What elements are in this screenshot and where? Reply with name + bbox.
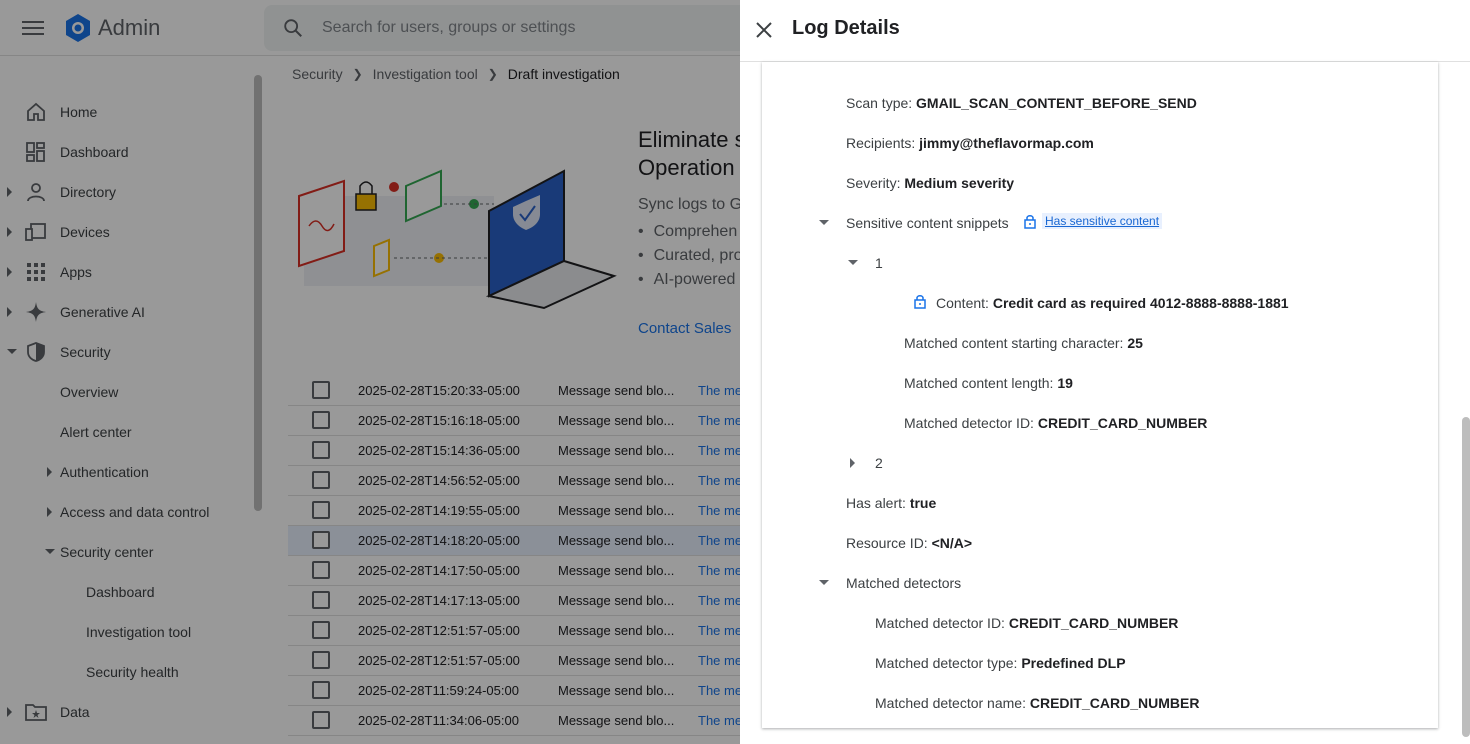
matched-detector-type-field: Matched detector type: Predefined DLP bbox=[875, 655, 1126, 671]
matched-detector-id-field: Matched detector ID: CREDIT_CARD_NUMBER bbox=[875, 615, 1179, 631]
close-icon[interactable] bbox=[752, 18, 776, 42]
drawer-header: Log Details bbox=[740, 0, 1470, 62]
collapse-snippet-1-toggle[interactable] bbox=[845, 255, 861, 271]
lock-icon[interactable] bbox=[913, 293, 927, 309]
resource-id-field: Resource ID: <N/A> bbox=[846, 535, 973, 551]
has-alert-field: Has alert: true bbox=[846, 495, 937, 511]
severity-field: Severity: Medium severity bbox=[846, 175, 1015, 191]
matched-detectors-label: Matched detectors bbox=[846, 575, 962, 591]
lock-icon bbox=[1024, 215, 1036, 229]
expand-snippet-2-toggle[interactable] bbox=[845, 455, 861, 471]
modal-scrim[interactable] bbox=[0, 0, 740, 744]
collapse-matched-detectors-toggle[interactable] bbox=[816, 575, 832, 591]
start-character-field: Matched content starting character: 25 bbox=[904, 335, 1143, 351]
recipients-field: Recipients: jimmy@theflavormap.com bbox=[846, 135, 1094, 151]
matched-detector-name-field: Matched detector name: CREDIT_CARD_NUMBE… bbox=[875, 695, 1200, 711]
sensitive-snippets-label: Sensitive content snippets bbox=[846, 215, 1009, 231]
snippet-1-label: 1 bbox=[875, 255, 883, 271]
snippet-detector-id-field: Matched detector ID: CREDIT_CARD_NUMBER bbox=[904, 415, 1208, 431]
drawer-scrollbar[interactable] bbox=[1462, 417, 1470, 737]
log-details-drawer: Log Details Scan type: GMAIL_SCAN_CONTEN… bbox=[740, 0, 1470, 744]
collapse-snippets-toggle[interactable] bbox=[816, 215, 832, 231]
has-sensitive-content-chip[interactable]: Has sensitive content bbox=[1023, 213, 1163, 229]
scan-type-field: Scan type: GMAIL_SCAN_CONTENT_BEFORE_SEN… bbox=[846, 95, 1197, 111]
snippet-2-label: 2 bbox=[875, 455, 883, 471]
content-field: Content: Credit card as required 4012-88… bbox=[936, 295, 1289, 311]
drawer-title: Log Details bbox=[792, 17, 900, 39]
content-length-field: Matched content length: 19 bbox=[904, 375, 1073, 391]
